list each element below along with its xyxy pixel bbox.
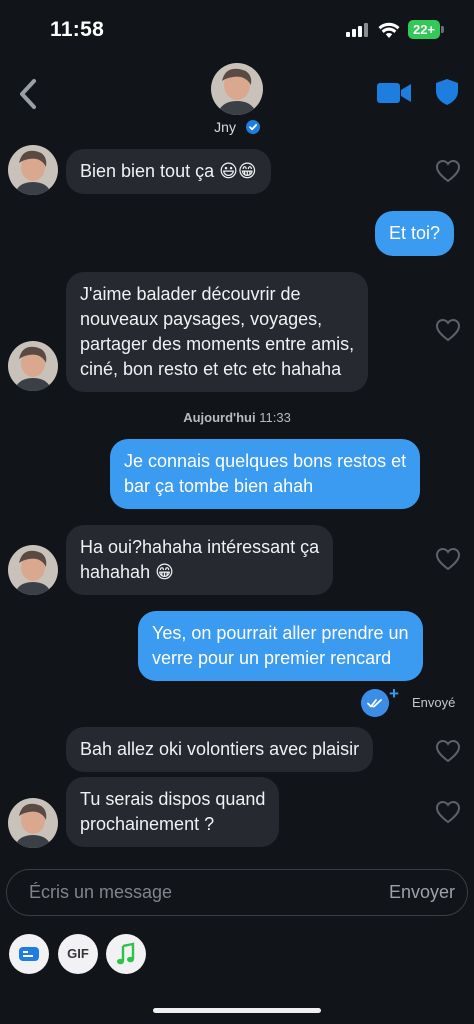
shield-icon[interactable] <box>434 78 460 106</box>
contact-card-icon <box>19 947 39 961</box>
heart-icon[interactable] <box>435 159 461 183</box>
match-avatar-small[interactable] <box>8 545 58 595</box>
gif-label: GIF <box>67 946 89 961</box>
wifi-icon <box>378 22 400 38</box>
music-note-icon <box>117 942 135 965</box>
send-button[interactable]: Envoyer <box>389 882 455 903</box>
battery-indicator: 22+ <box>408 20 440 39</box>
cellular-signal-icon <box>346 23 370 37</box>
day-separator: Aujourd'hui 11:33 <box>0 410 474 425</box>
home-indicator[interactable] <box>153 1008 321 1013</box>
day-time: 11:33 <box>259 410 291 425</box>
heart-icon[interactable] <box>435 800 461 824</box>
chat-header: Jny <box>0 60 474 140</box>
match-name: Jny <box>214 119 236 136</box>
heart-icon[interactable] <box>435 318 461 342</box>
back-chevron-icon[interactable] <box>14 76 42 112</box>
message-incoming[interactable]: Bien bien tout ça 😃😁 <box>66 149 271 194</box>
message-incoming[interactable]: J'aime balader découvrir de nouveaux pay… <box>66 272 369 392</box>
battery-cap <box>441 26 444 33</box>
verified-badge-icon <box>245 120 260 135</box>
contact-card-button[interactable] <box>9 934 49 974</box>
status-time: 11:58 <box>50 18 105 41</box>
match-avatar-small[interactable] <box>8 798 58 848</box>
message-incoming[interactable]: Tu serais dispos quand prochainement ? <box>66 777 280 847</box>
read-plus-badge: + <box>389 684 399 703</box>
message-incoming[interactable]: Ha oui?hahaha intéressant ça hahahah 😁 <box>66 525 334 595</box>
message-incoming[interactable]: Bah allez oki volontiers avec plaisir <box>66 727 374 772</box>
match-avatar-small[interactable] <box>8 145 58 195</box>
heart-icon[interactable] <box>435 547 461 571</box>
music-button[interactable] <box>106 934 146 974</box>
message-outgoing[interactable]: Et toi? <box>375 211 455 256</box>
gif-button[interactable]: GIF <box>58 934 98 974</box>
match-name-row: Jny <box>0 118 474 135</box>
match-avatar-small[interactable] <box>8 341 58 391</box>
day-label: Aujourd'hui <box>183 410 256 425</box>
message-input[interactable]: Écris un message <box>29 882 172 903</box>
status-bar: 11:58 22+ <box>0 0 474 60</box>
message-composer[interactable]: Écris un message Envoyer <box>6 869 468 916</box>
heart-icon[interactable] <box>435 739 461 763</box>
read-checkmarks-icon <box>361 689 389 717</box>
video-call-icon[interactable] <box>376 80 412 106</box>
read-status-label: Envoyé <box>412 695 456 710</box>
match-avatar[interactable] <box>211 63 263 115</box>
message-outgoing[interactable]: Yes, on pourrait aller prendre un verre … <box>138 611 423 681</box>
message-outgoing[interactable]: Je connais quelques bons restos et bar ç… <box>110 439 421 509</box>
